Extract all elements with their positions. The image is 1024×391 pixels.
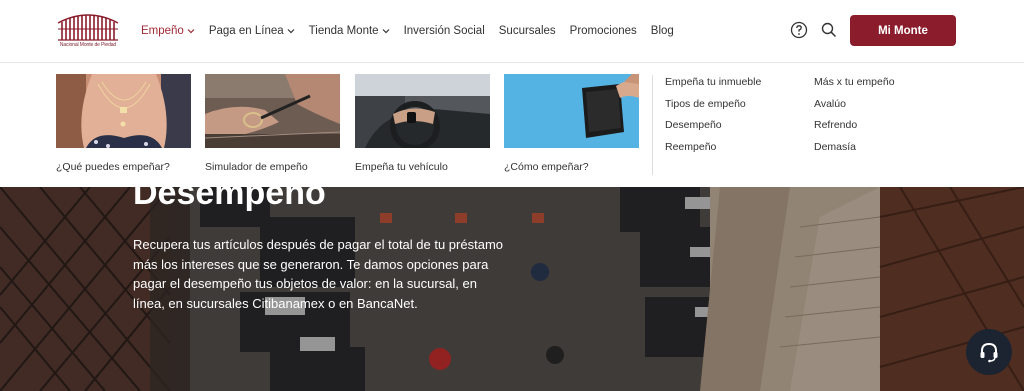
menu-links-column-1: Empeña tu inmueble Tipos de empeño Desem…: [665, 76, 761, 162]
nav-item-paga-en-linea[interactable]: Paga en Línea: [209, 25, 295, 37]
nav-item-label: Promociones: [569, 25, 637, 37]
menu-link-avaluo[interactable]: Avalúo: [814, 98, 895, 120]
menu-card-label: ¿Qué puedes empeñar?: [56, 161, 170, 173]
menu-link-tipos-de-empeno[interactable]: Tipos de empeño: [665, 98, 761, 120]
menu-links-column-2: Más x tu empeño Avalúo Refrendo Demasía: [814, 76, 895, 162]
hero-title: Desempeño: [133, 187, 326, 212]
logo-mark: [57, 14, 119, 41]
brand-name: Nacional Monte de Piedad: [59, 42, 117, 48]
menu-card-label: Simulador de empeño: [205, 161, 308, 173]
headset-icon: [980, 342, 998, 363]
help-icon[interactable]: [790, 21, 808, 39]
nav-item-label: Tienda Monte: [308, 25, 379, 37]
hero-banner: Desempeño Recupera tus artículos después…: [0, 187, 1024, 391]
nav-item-label: Paga en Línea: [208, 25, 284, 37]
chevron-down-icon: [287, 29, 295, 34]
menu-link-reempeno[interactable]: Reempeño: [665, 141, 761, 163]
chevron-down-icon: [187, 29, 195, 34]
nav-item-label: Inversión Social: [403, 25, 485, 37]
menu-link-mas-x-tu-empeno[interactable]: Más x tu empeño: [814, 76, 895, 98]
nav-item-label: Blog: [650, 25, 674, 37]
nav-item-label: Empeño: [141, 25, 184, 37]
jeweler-image: [205, 74, 340, 148]
empeno-mega-menu: ¿Qué puedes empeñar? Simulador de empeño: [0, 63, 1024, 187]
mi-monte-button[interactable]: Mi Monte: [850, 15, 956, 46]
menu-link-refrendo[interactable]: Refrendo: [814, 119, 895, 141]
menu-card-que-puedes-empenar[interactable]: ¿Qué puedes empeñar?: [56, 74, 191, 173]
nav-item-tienda-monte[interactable]: Tienda Monte: [309, 25, 390, 37]
main-nav: Empeño Paga en Línea Tienda Monte Invers…: [141, 0, 688, 62]
nav-item-label: Sucursales: [498, 25, 556, 37]
hero-description: Recupera tus artículos después de pagar …: [133, 237, 503, 311]
menu-link-desempeno[interactable]: Desempeño: [665, 119, 761, 141]
nav-item-blog[interactable]: Blog: [651, 25, 674, 37]
nav-item-empeno[interactable]: Empeño: [141, 25, 195, 37]
wallet-image: [504, 74, 639, 148]
nav-item-sucursales[interactable]: Sucursales: [499, 25, 556, 37]
chat-support-button[interactable]: [966, 329, 1012, 375]
menu-card-como-empenar[interactable]: ¿Cómo empeñar?: [504, 74, 639, 173]
nav-item-promociones[interactable]: Promociones: [570, 25, 637, 37]
necklace-image: [56, 74, 191, 148]
menu-card-label: ¿Cómo empeñar?: [504, 161, 589, 173]
menu-card-empena-tu-vehiculo[interactable]: Empeña tu vehículo: [355, 74, 490, 173]
menu-card-simulador-de-empeno[interactable]: Simulador de empeño: [205, 74, 340, 173]
steering-wheel-image: [355, 74, 490, 148]
search-icon[interactable]: [821, 22, 837, 38]
menu-divider: [652, 75, 653, 175]
menu-link-empena-tu-inmueble[interactable]: Empeña tu inmueble: [665, 76, 761, 98]
brand-logo[interactable]: Nacional Monte de Piedad: [55, 9, 119, 53]
site-header: Nacional Monte de Piedad Empeño Paga en …: [0, 0, 1024, 63]
chevron-down-icon: [382, 29, 390, 34]
menu-card-label: Empeña tu vehículo: [355, 161, 448, 173]
nav-item-inversion-social[interactable]: Inversión Social: [404, 25, 485, 37]
menu-link-demasia[interactable]: Demasía: [814, 141, 895, 163]
